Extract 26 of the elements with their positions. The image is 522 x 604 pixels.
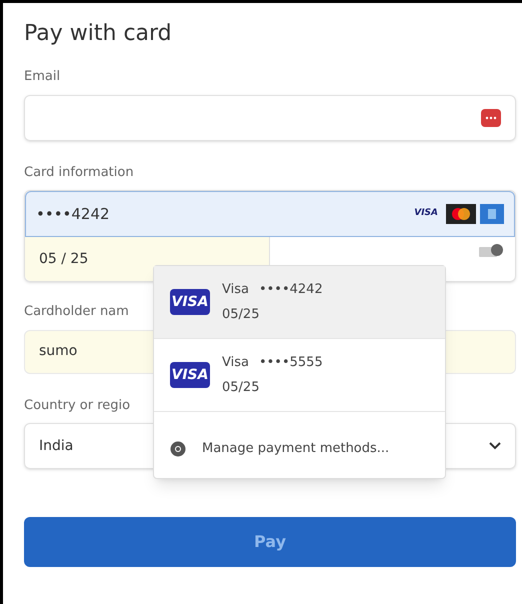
chevron-down-icon bbox=[489, 442, 501, 450]
card-name: Visa bbox=[222, 280, 249, 298]
password-manager-icon[interactable] bbox=[481, 108, 501, 126]
manage-payment-methods-item[interactable]: Manage payment methods... bbox=[154, 420, 445, 478]
card-number-field[interactable]: ••••4242 VISA bbox=[25, 191, 515, 237]
email-field[interactable] bbox=[24, 94, 516, 140]
field-label: Cardholder nam bbox=[24, 303, 129, 321]
saved-card-item[interactable]: VISA Visa ••••5555 05/25 bbox=[154, 339, 445, 412]
card-number: ••••4242 bbox=[36, 204, 111, 225]
field-label: Email bbox=[24, 68, 60, 86]
card-name: Visa bbox=[222, 354, 249, 372]
card-expiry: 05/25 bbox=[222, 306, 260, 324]
saved-card-item[interactable]: VISA Visa ••••4242 05/25 bbox=[154, 266, 445, 339]
browser-icon bbox=[170, 441, 186, 457]
card-icon bbox=[480, 204, 504, 224]
card-number: ••••5555 bbox=[258, 354, 323, 372]
field-label: Country or regio bbox=[24, 396, 130, 414]
visa-logo: VISA bbox=[170, 289, 210, 315]
field-label: Card information bbox=[24, 164, 134, 182]
visa-logo: VISA bbox=[413, 207, 439, 220]
form-title: Pay with card bbox=[24, 20, 172, 48]
card-expiry: 05/25 bbox=[222, 379, 260, 397]
mastercard-icon bbox=[446, 204, 476, 224]
visa-logo: VISA bbox=[170, 362, 210, 388]
cvc-icon bbox=[479, 243, 503, 259]
card-number: ••••4242 bbox=[258, 280, 323, 298]
